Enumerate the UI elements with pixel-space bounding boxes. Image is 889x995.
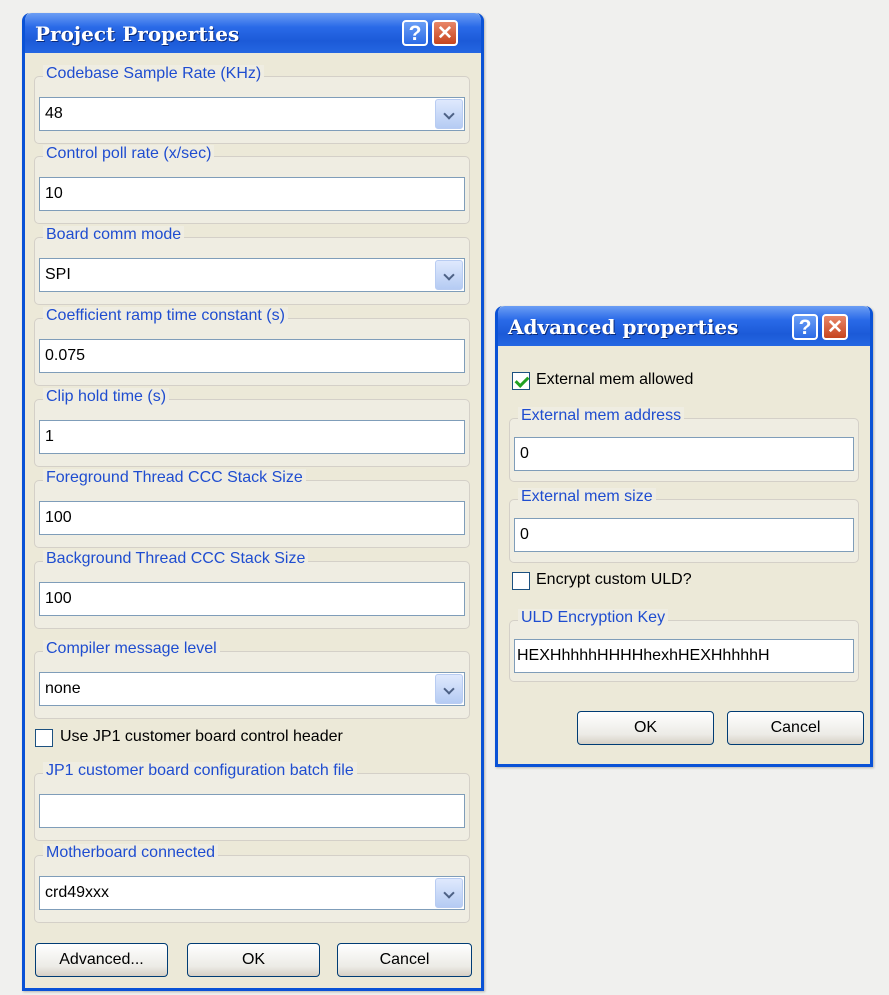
fg-stack-value: 100: [45, 509, 72, 526]
chevron-down-icon[interactable]: [435, 99, 463, 129]
ext-mem-address-group: External mem address 0: [509, 407, 859, 482]
jp1-header-label: Use JP1 customer board control header: [60, 728, 343, 745]
fg-stack-input[interactable]: 100: [39, 501, 465, 535]
comm-mode-group: Board comm mode SPI: [34, 226, 470, 305]
chevron-down-icon[interactable]: [435, 878, 463, 908]
sample-rate-label: Codebase Sample Rate (KHz): [43, 65, 265, 83]
chevron-down-icon[interactable]: [435, 260, 463, 290]
uld-key-label: ULD Encryption Key: [518, 609, 669, 627]
dialog-title: Project Properties: [35, 22, 240, 46]
jp1-header-checkbox-row[interactable]: Use JP1 customer board control header: [35, 727, 455, 751]
motherboard-label: Motherboard connected: [43, 844, 218, 862]
clip-hold-input[interactable]: 1: [39, 420, 465, 454]
poll-rate-value: 10: [45, 185, 63, 202]
close-button[interactable]: ✕: [822, 314, 848, 340]
bg-stack-group: Background Thread CCC Stack Size 100: [34, 550, 470, 629]
clip-hold-label: Clip hold time (s): [43, 388, 170, 406]
bg-stack-input[interactable]: 100: [39, 582, 465, 616]
project-properties-titlebar[interactable]: Project Properties ? ✕: [25, 13, 481, 53]
comm-mode-select[interactable]: SPI: [39, 258, 465, 292]
motherboard-select[interactable]: crd49xxx: [39, 876, 465, 910]
help-icon: ?: [798, 316, 812, 339]
encrypt-uld-row[interactable]: Encrypt custom ULD?: [512, 570, 812, 594]
ext-mem-allowed-checkbox[interactable]: [512, 372, 530, 390]
ext-mem-size-input[interactable]: 0: [514, 518, 854, 552]
encrypt-uld-label: Encrypt custom ULD?: [536, 571, 692, 588]
ramp-time-input[interactable]: 0.075: [39, 339, 465, 373]
ext-mem-size-value: 0: [520, 526, 529, 543]
help-icon: ?: [408, 22, 422, 45]
ext-mem-allowed-row[interactable]: External mem allowed: [512, 370, 812, 394]
help-button[interactable]: ?: [402, 20, 428, 46]
close-button[interactable]: ✕: [432, 20, 458, 46]
comm-mode-label: Board comm mode: [43, 226, 185, 244]
msg-level-group: Compiler message level none: [34, 640, 470, 719]
clip-hold-value: 1: [45, 428, 54, 445]
msg-level-label: Compiler message level: [43, 640, 220, 658]
motherboard-group: Motherboard connected crd49xxx: [34, 844, 470, 923]
encrypt-uld-checkbox[interactable]: [512, 572, 530, 590]
advanced-button[interactable]: Advanced...: [35, 943, 168, 977]
uld-key-value: HEXHhhhhHHHHhexhHEXHhhhhH: [517, 647, 770, 664]
help-button[interactable]: ?: [792, 314, 818, 340]
msg-level-select[interactable]: none: [39, 672, 465, 706]
project-properties-dialog: Project Properties ? ✕ Codebase Sample R…: [22, 13, 484, 991]
ext-mem-size-group: External mem size 0: [509, 488, 859, 563]
ramp-time-value: 0.075: [45, 347, 86, 364]
chevron-down-icon[interactable]: [435, 674, 463, 704]
comm-mode-value: SPI: [45, 266, 71, 283]
ok-button[interactable]: OK: [187, 943, 320, 977]
cancel-button[interactable]: Cancel: [337, 943, 472, 977]
ext-mem-address-input[interactable]: 0: [514, 437, 854, 471]
poll-rate-label: Control poll rate (x/sec): [43, 145, 215, 163]
msg-level-value: none: [45, 680, 81, 697]
cancel-button[interactable]: Cancel: [727, 711, 864, 745]
ext-mem-address-label: External mem address: [518, 407, 685, 425]
ext-mem-size-label: External mem size: [518, 488, 656, 506]
uld-key-input[interactable]: HEXHhhhhHHHHhexhHEXHhhhhH: [514, 639, 854, 673]
bg-stack-label: Background Thread CCC Stack Size: [43, 550, 309, 568]
ext-mem-address-value: 0: [520, 445, 529, 462]
sample-rate-select[interactable]: 48: [39, 97, 465, 131]
sample-rate-value: 48: [45, 105, 63, 122]
ramp-time-group: Coefficient ramp time constant (s) 0.075: [34, 307, 470, 386]
clip-hold-group: Clip hold time (s) 1: [34, 388, 470, 467]
jp1-batch-group: JP1 customer board configuration batch f…: [34, 762, 470, 841]
close-icon: ✕: [827, 317, 843, 338]
fg-stack-label: Foreground Thread CCC Stack Size: [43, 469, 306, 487]
jp1-header-checkbox[interactable]: [35, 729, 53, 747]
dialog-title: Advanced properties: [508, 315, 739, 339]
jp1-batch-input[interactable]: [39, 794, 465, 828]
advanced-properties-titlebar[interactable]: Advanced properties ? ✕: [498, 306, 870, 346]
motherboard-value: crd49xxx: [45, 884, 110, 901]
ramp-time-label: Coefficient ramp time constant (s): [43, 307, 288, 325]
poll-rate-group: Control poll rate (x/sec) 10: [34, 145, 470, 224]
fg-stack-group: Foreground Thread CCC Stack Size 100: [34, 469, 470, 548]
sample-rate-group: Codebase Sample Rate (KHz) 48: [34, 65, 470, 144]
poll-rate-input[interactable]: 10: [39, 177, 465, 211]
advanced-properties-dialog: Advanced properties ? ✕ External mem all…: [495, 306, 873, 767]
ext-mem-allowed-label: External mem allowed: [536, 371, 694, 388]
bg-stack-value: 100: [45, 590, 72, 607]
jp1-batch-label: JP1 customer board configuration batch f…: [43, 762, 357, 780]
uld-key-group: ULD Encryption Key HEXHhhhhHHHHhexhHEXHh…: [509, 609, 859, 682]
ok-button[interactable]: OK: [577, 711, 714, 745]
close-icon: ✕: [437, 23, 453, 44]
